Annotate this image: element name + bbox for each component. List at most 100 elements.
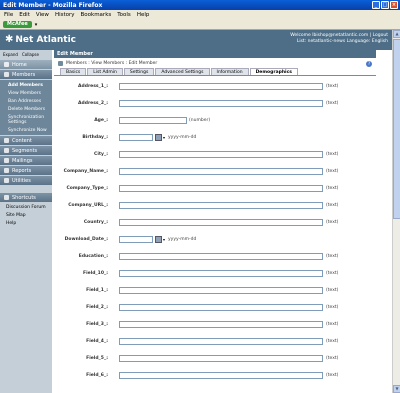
field-input[interactable] [119,287,323,294]
form-row: Field_1_: (text) [54,282,376,299]
sidebar-item-label: Reports [12,167,32,174]
field-hint: (text) [326,169,339,174]
field-input[interactable] [119,117,187,124]
tab-settings[interactable]: Settings [123,68,155,75]
sidebar-sub-sync-settings[interactable]: Synchronization Settings [0,113,52,126]
calendar-icon[interactable] [155,134,162,141]
scroll-thumb[interactable] [393,39,400,219]
menu-history[interactable]: History [55,12,75,18]
field-label: Address_1_: [78,84,108,89]
breadcrumb-text[interactable]: Members : View Members : Edit Member [66,61,157,66]
field-input[interactable] [119,168,323,175]
tab-basics[interactable]: Basics [60,68,87,75]
tab-advanced-settings[interactable]: Advanced Settings [155,68,210,75]
home-icon [4,62,9,67]
sidebar-item-shortcuts[interactable]: Shortcuts [0,193,52,202]
field-input[interactable] [119,202,323,209]
close-button[interactable]: × [390,1,398,9]
sidebar-item-utilities[interactable]: Utilities [0,176,52,185]
field-input[interactable] [119,304,323,311]
form-row: Address_1_: (text) [54,78,376,95]
field-label: Country_: [83,220,108,225]
field-hint: (text) [326,84,339,89]
menu-edit[interactable]: Edit [19,12,30,18]
field-label: Company_Type_: [66,186,108,191]
sidebar-sub-delete-members[interactable]: Delete Members [0,105,52,113]
minimize-button[interactable]: _ [372,1,380,9]
demographics-form: Address_1_: (text) Address_2_: (text) Age_: (… [54,76,376,384]
collapse-link[interactable]: Collapse [22,52,39,57]
chevron-down-icon[interactable]: ▾ [163,135,165,140]
tab-demographics[interactable]: Demographics [249,68,298,75]
field-input[interactable] [119,236,153,243]
main-panel: Edit Member Members : View Members : Edi… [54,50,376,393]
field-input[interactable] [119,321,323,328]
field-label: Field_5_: [86,356,108,361]
shortcut-site-map[interactable]: Site Map [0,211,52,219]
chevron-down-icon[interactable]: ▾ [163,237,165,242]
help-icon[interactable]: ? [366,61,372,67]
field-input[interactable] [119,151,323,158]
utilities-icon [4,178,9,183]
field-label: Field_4_: [86,339,108,344]
menu-bookmarks[interactable]: Bookmarks [81,12,112,18]
field-input[interactable] [119,100,323,107]
form-row: Company_Name_: (text) [54,163,376,180]
sidebar-item-reports[interactable]: Reports [0,166,52,175]
browser-toolbar: McAfee ▾ [0,20,400,30]
field-label: Company_URL_: [68,203,108,208]
menu-file[interactable]: File [4,12,13,18]
field-label: Field_3_: [86,322,108,327]
field-input[interactable] [119,134,153,141]
vertical-scrollbar[interactable]: ▲ ▼ [392,30,400,393]
window-titlebar: Edit Member - Mozilla Firefox _ □ × [0,0,400,10]
menu-view[interactable]: View [36,12,49,18]
mcafee-button[interactable]: McAfee [3,21,32,28]
sidebar-sub-add-members[interactable]: Add Members [0,81,52,89]
mailings-icon [4,158,9,163]
sidebar-item-label: Utilities [12,177,31,184]
scroll-down-icon[interactable]: ▼ [393,385,400,393]
field-input[interactable] [119,219,323,226]
calendar-icon[interactable] [155,236,162,243]
segments-icon [4,148,9,153]
window-controls: _ □ × [372,1,398,9]
sidebar-item-segments[interactable]: Segments [0,146,52,155]
sidebar-item-mailings[interactable]: Mailings [0,156,52,165]
field-input[interactable] [119,83,323,90]
field-input[interactable] [119,270,323,277]
shortcuts-icon [4,195,9,200]
sidebar: Expand Collapse Home Members Add Members… [0,50,52,393]
field-input[interactable] [119,338,323,345]
form-row: Company_Type_: (text) [54,180,376,197]
maximize-button[interactable]: □ [381,1,389,9]
tab-list-admin[interactable]: List Admin [87,68,123,75]
user-info: Welcome lbishop@netatlantic.com | Logout… [290,33,388,45]
scroll-up-icon[interactable]: ▲ [393,30,400,38]
field-input[interactable] [119,355,323,362]
sidebar-sub-view-members[interactable]: View Members [0,89,52,97]
sidebar-item-home[interactable]: Home [0,60,52,69]
mcafee-dropdown-icon[interactable]: ▾ [35,22,38,28]
field-input[interactable] [119,372,323,379]
tab-information[interactable]: Information [210,68,249,75]
sidebar-sub-ban-addresses[interactable]: Ban Addresses [0,97,52,105]
sidebar-item-members[interactable]: Members [0,70,52,79]
content-icon [4,138,9,143]
menu-help[interactable]: Help [137,12,150,18]
breadcrumb: Members : View Members : Edit Member [54,58,376,68]
expand-collapse: Expand Collapse [0,50,52,59]
shortcut-help[interactable]: Help [0,219,52,227]
field-input[interactable] [119,253,323,260]
field-hint: (text) [326,339,339,344]
field-input[interactable] [119,185,323,192]
field-hint: (text) [326,322,339,327]
shortcut-discussion-forum[interactable]: Discussion Forum [0,203,52,211]
sidebar-item-label: Home [12,61,27,68]
menu-tools[interactable]: Tools [117,12,131,18]
field-label: Field_1_: [86,288,108,293]
field-label: Address_2_: [78,101,108,106]
sidebar-sub-sync-now[interactable]: Synchronize Now [0,126,52,134]
sidebar-item-content[interactable]: Content [0,136,52,145]
expand-link[interactable]: Expand [3,52,18,57]
